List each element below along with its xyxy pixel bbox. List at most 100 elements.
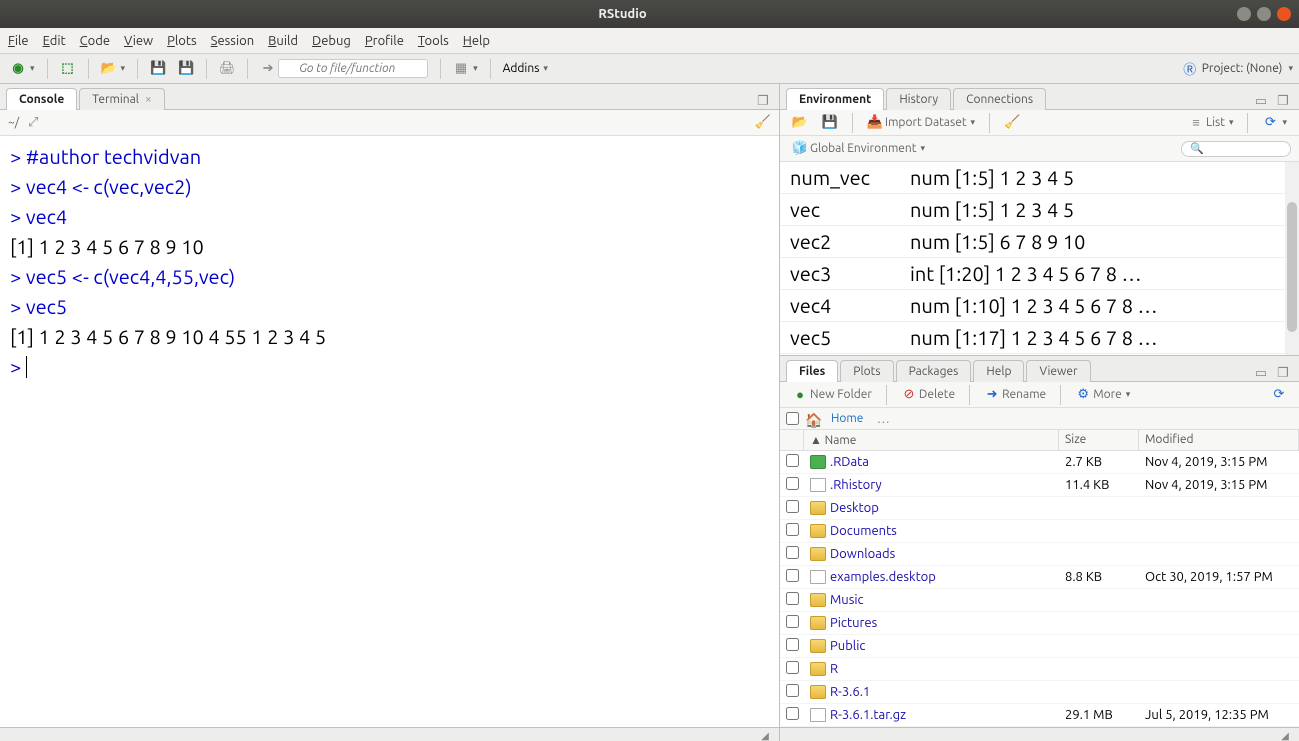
menu-profile[interactable]: Profile [365,34,404,48]
file-checkbox[interactable] [786,638,799,651]
env-row[interactable]: vec5num [1:17] 1 2 3 4 5 6 7 8 … [780,322,1299,354]
file-row[interactable]: examples.desktop8.8 KBOct 30, 2019, 1:57… [780,566,1299,589]
tab-connections[interactable]: Connections [953,88,1046,110]
menu-tools[interactable]: Tools [418,34,449,48]
file-name[interactable]: .RData [830,455,869,469]
minimize-button[interactable] [1237,7,1251,21]
addins-button[interactable]: Addins▾ [499,60,552,77]
col-modified-header[interactable]: Modified [1139,430,1299,450]
grid-button[interactable]: ▦▾ [449,59,482,79]
more-ellipsis-icon[interactable]: … [875,411,891,427]
refresh-env-button[interactable]: ⟳▾ [1258,113,1291,133]
file-row[interactable]: Desktop [780,497,1299,520]
file-row[interactable]: Public [780,635,1299,658]
tab-plots[interactable]: Plots [840,360,893,382]
goto-file-input[interactable] [278,59,428,78]
environment-list[interactable]: num_vecnum [1:5] 1 2 3 4 5vecnum [1:5] 1… [780,162,1299,355]
broom-icon[interactable]: 🧹 [755,115,771,131]
tab-packages[interactable]: Packages [896,360,972,382]
file-checkbox[interactable] [786,569,799,582]
rename-button[interactable]: ➜ Rename [980,385,1050,405]
file-checkbox[interactable] [786,615,799,628]
tab-environment[interactable]: Environment [786,88,884,110]
file-name[interactable]: R-3.6.1 [830,685,870,699]
breadcrumb-home[interactable]: Home [831,412,863,425]
save-workspace-button[interactable]: 💾 [818,113,842,133]
more-button[interactable]: ⚙ More▾ [1071,385,1134,405]
refresh-files-button[interactable]: ⟳ [1267,385,1291,405]
menu-plots[interactable]: Plots [167,34,197,48]
menu-help[interactable]: Help [463,34,490,48]
delete-button[interactable]: ⊘ Delete [897,385,959,405]
open-file-button[interactable]: 📂▾ [97,59,130,79]
file-name[interactable]: examples.desktop [830,570,936,584]
file-name[interactable]: Music [830,593,864,607]
tab-terminal[interactable]: Terminal× [79,88,165,110]
import-dataset-button[interactable]: 📥 Import Dataset▾ [863,113,979,133]
menu-debug[interactable]: Debug [312,34,351,48]
print-button[interactable]: 🖨 [215,59,239,79]
window-pop-icon[interactable]: ❐ [755,93,771,109]
scrollbar-thumb[interactable] [1287,202,1297,332]
maximize-pane-icon[interactable]: ❐ [1275,365,1291,381]
file-row[interactable]: Pictures [780,612,1299,635]
console-prompt[interactable]: > [10,352,769,382]
file-checkbox[interactable] [786,523,799,536]
files-list[interactable]: .RData2.7 KBNov 4, 2019, 3:15 PM.Rhistor… [780,451,1299,727]
collapse-icon[interactable]: ▭ [1253,365,1269,381]
file-name[interactable]: .Rhistory [830,478,882,492]
col-name-header[interactable]: ▲ Name [804,430,1059,450]
file-row[interactable]: R-3.6.1.tar.gz29.1 MBJul 5, 2019, 12:35 … [780,704,1299,727]
save-button[interactable]: 💾 [146,59,170,79]
file-name[interactable]: Downloads [830,547,895,561]
clear-workspace-button[interactable]: 🧹 [1000,113,1024,133]
file-checkbox[interactable] [786,592,799,605]
new-project-button[interactable]: ⬚ [56,59,80,79]
file-row[interactable]: Documents [780,520,1299,543]
file-checkbox[interactable] [786,546,799,559]
menu-view[interactable]: View [124,34,153,48]
console-output[interactable]: > #author techvidvan> vec4 <- c(vec,vec2… [0,136,779,727]
tab-history[interactable]: History [886,88,951,110]
col-size-header[interactable]: Size [1059,430,1139,450]
file-name[interactable]: R [830,662,838,676]
resize-handle-icon[interactable]: ◢ [757,728,773,741]
tab-console[interactable]: Console [6,88,77,110]
menu-code[interactable]: Code [80,34,110,48]
tab-files[interactable]: Files [786,360,838,382]
close-button[interactable] [1277,7,1291,21]
file-name[interactable]: Pictures [830,616,877,630]
maximize-pane-icon[interactable]: ❐ [1275,93,1291,109]
file-checkbox[interactable] [786,477,799,490]
menu-edit[interactable]: Edit [43,34,66,48]
save-all-button[interactable]: 💾 [174,59,198,79]
tab-viewer[interactable]: Viewer [1026,360,1090,382]
menu-session[interactable]: Session [211,34,254,48]
env-row[interactable]: vecnum [1:5] 1 2 3 4 5 [780,194,1299,226]
select-all-checkbox[interactable] [786,412,799,425]
project-selector[interactable]: Ⓡ Project: (None) ▾ [1182,61,1293,77]
env-view-mode[interactable]: ≡ List▾ [1184,113,1237,133]
env-row[interactable]: num_vecnum [1:5] 1 2 3 4 5 [780,162,1299,194]
scrollbar[interactable] [1285,162,1299,355]
expand-icon[interactable]: ⤢ [25,115,41,131]
menu-file[interactable]: File [8,34,29,48]
file-checkbox[interactable] [786,454,799,467]
new-folder-button[interactable]: ● New Folder [788,385,876,405]
resize-handle-icon[interactable]: ◢ [1277,728,1293,741]
tab-help[interactable]: Help [973,360,1024,382]
menu-build[interactable]: Build [268,34,298,48]
file-row[interactable]: .RData2.7 KBNov 4, 2019, 3:15 PM [780,451,1299,474]
maximize-button[interactable] [1257,7,1271,21]
file-checkbox[interactable] [786,707,799,720]
env-row[interactable]: vec3int [1:20] 1 2 3 4 5 6 7 8 … [780,258,1299,290]
file-row[interactable]: .Rhistory11.4 KBNov 4, 2019, 3:15 PM [780,474,1299,497]
file-row[interactable]: R [780,658,1299,681]
file-checkbox[interactable] [786,684,799,697]
env-row[interactable]: vec4num [1:10] 1 2 3 4 5 6 7 8 … [780,290,1299,322]
file-name[interactable]: Documents [830,524,897,538]
collapse-icon[interactable]: ▭ [1253,93,1269,109]
file-name[interactable]: Desktop [830,501,879,515]
env-scope-selector[interactable]: 🧊 Global Environment▾ [788,139,929,159]
load-workspace-button[interactable]: 📂 [788,113,812,133]
